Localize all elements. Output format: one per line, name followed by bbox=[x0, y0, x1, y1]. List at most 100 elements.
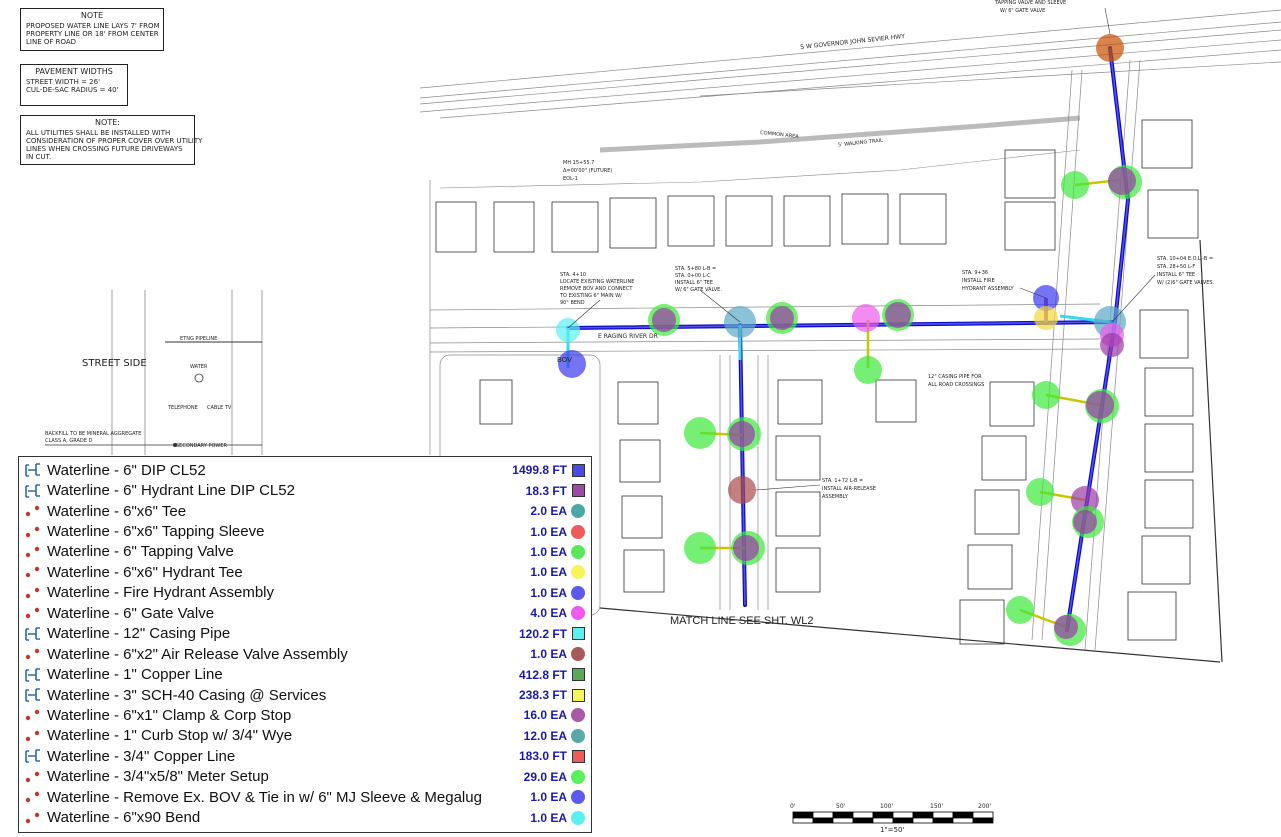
house-lot bbox=[899, 193, 947, 245]
air-release-callout: STA. 1+72 L-B = bbox=[822, 478, 864, 484]
legend-row[interactable]: Waterline - 6" Gate Valve 4.0 EA bbox=[19, 603, 591, 623]
house-lot bbox=[775, 491, 821, 537]
count-icon bbox=[19, 728, 47, 744]
legend-row[interactable]: Waterline - 6"x6" Tee 2.0 EA bbox=[19, 501, 591, 521]
legend-row[interactable]: Waterline - 12" Casing Pipe 120.2 FT bbox=[19, 624, 591, 644]
legend-color-swatch bbox=[571, 565, 585, 580]
legend-row[interactable]: Waterline - 3/4" Copper Line 183.0 FT bbox=[19, 746, 591, 766]
bend-marker bbox=[556, 318, 580, 342]
legend-row[interactable]: Waterline - 6"x1" Clamp & Corp Stop 16.0 … bbox=[19, 705, 591, 725]
meter-setup-marker bbox=[1032, 381, 1060, 409]
scale-tick-label: 0' bbox=[790, 803, 796, 810]
legend-row[interactable]: Waterline - 1" Copper Line 412.8 FT bbox=[19, 664, 591, 684]
clamp-corp-stop-marker bbox=[1086, 391, 1114, 419]
legend-row[interactable]: Waterline - 6"x6" Hydrant Tee 1.0 EA bbox=[19, 562, 591, 582]
count-icon bbox=[19, 503, 47, 519]
line-icon bbox=[19, 462, 47, 478]
eol-callout: W/ (2)6" GATE VALVES. bbox=[1157, 280, 1215, 286]
legend-color-swatch bbox=[572, 627, 585, 641]
legend-quantity: 1.0 EA bbox=[530, 585, 567, 600]
scale-bar-segment bbox=[832, 811, 854, 819]
legend-quantity: 238.3 FT bbox=[518, 688, 567, 703]
legend-label: Waterline - 3/4" Copper Line bbox=[47, 747, 236, 765]
legend-row[interactable]: Waterline - 6"x6" Tapping Sleeve 1.0 EA bbox=[19, 521, 591, 541]
legend-color-swatch bbox=[571, 790, 585, 805]
legend-row[interactable]: Waterline - 6" DIP CL52 1499.8 FT bbox=[19, 460, 591, 480]
pavement-note-title: PAVEMENT WIDTHS bbox=[35, 67, 113, 76]
legend-label: Waterline - 6"x2" Air Release Valve Asse… bbox=[47, 645, 348, 663]
water-note-line: PROPERTY LINE OR 18' FROM CENTER bbox=[26, 30, 159, 38]
scale-text: 1"=50' bbox=[880, 826, 905, 834]
legend-color-swatch bbox=[572, 668, 585, 682]
legend-label: Waterline - 3/4"x5/8" Meter Setup bbox=[47, 768, 269, 786]
house-lot bbox=[725, 195, 773, 247]
air-release-callout: ASSEMBLY bbox=[822, 494, 848, 500]
tee-callout: INSTALL 6" TEE bbox=[675, 280, 714, 286]
water-note-line: PROPOSED WATER LINE LAYS 7' FROM bbox=[26, 22, 160, 30]
clamp-corp-stop-marker bbox=[770, 306, 794, 330]
legend-row[interactable]: Waterline - 6" Hydrant Line DIP CL52 18.3… bbox=[19, 480, 591, 500]
legend-row[interactable]: Waterline - 6"x2" Air Release Valve Asse… bbox=[19, 644, 591, 664]
legend-row[interactable]: Waterline - 6"x90 Bend 1.0 EA bbox=[19, 807, 591, 827]
line-icon bbox=[19, 748, 47, 764]
legend-color-swatch bbox=[571, 524, 585, 539]
count-icon bbox=[19, 789, 47, 805]
legend-label: Waterline - 6" Tapping Valve bbox=[47, 543, 234, 561]
hydrant-callout: INSTALL FIRE bbox=[962, 278, 995, 284]
legend-quantity: 29.0 EA bbox=[523, 769, 567, 784]
scale-bar-segment bbox=[792, 811, 814, 819]
count-icon bbox=[19, 646, 47, 662]
bov-callout: LOCATE EXISTING WATERLINE bbox=[560, 279, 635, 285]
count-icon bbox=[19, 707, 47, 723]
legend-color-swatch bbox=[571, 769, 585, 784]
scale-tick-label: 50' bbox=[836, 803, 846, 810]
air-release-marker bbox=[728, 476, 756, 504]
house-lot bbox=[1141, 535, 1191, 585]
mh-label: MH 15+55.7 bbox=[563, 160, 595, 166]
clamp-corp-stop-marker bbox=[1100, 333, 1124, 357]
scale-bar-segment bbox=[872, 817, 894, 824]
clamp-corp-stop-marker bbox=[1054, 615, 1078, 639]
highway-line bbox=[699, 61, 1281, 97]
legend-row[interactable]: Waterline - 6" Tapping Valve 1.0 EA bbox=[19, 542, 591, 562]
legend-quantity: 2.0 EA bbox=[530, 504, 567, 519]
legend-color-swatch bbox=[571, 708, 585, 723]
legend-row[interactable]: Waterline - 3" SCH-40 Casing @ Services 2… bbox=[19, 685, 591, 705]
house-lot bbox=[609, 197, 657, 249]
cable-tv-label: CABLE TV bbox=[207, 405, 232, 411]
legend-row[interactable]: Waterline - 3/4"x5/8" Meter Setup 29.0 EA bbox=[19, 767, 591, 787]
house-lot bbox=[1144, 423, 1194, 473]
legend-row[interactable]: Waterline - 1" Curb Stop w/ 3/4" Wye 12.0… bbox=[19, 726, 591, 746]
takeoff-legend: Waterline - 6" DIP CL52 1499.8 FT Waterlin… bbox=[18, 456, 592, 833]
tapping-note-label: W/ 6" GATE VALVE bbox=[1000, 8, 1046, 14]
callout-leader bbox=[755, 484, 821, 491]
eol-callout: STA. 10+04 E.O.L.-B = bbox=[1157, 256, 1214, 262]
water-line-note: NOTE PROPOSED WATER LINE LAYS 7' FROM PR… bbox=[20, 8, 164, 51]
legend-label: Waterline - 6"x1" Clamp & Corp Stop bbox=[47, 706, 292, 724]
scale-bar-segment bbox=[812, 811, 834, 819]
scale-bar-segment bbox=[952, 811, 974, 819]
backfill-label: BACKFILL TO BE MINERAL AGGREGATE bbox=[45, 431, 142, 437]
clamp-corp-stop-marker bbox=[885, 302, 911, 328]
count-icon bbox=[19, 605, 47, 621]
legend-row[interactable]: Waterline - Fire Hydrant Assembly 1.0 EA bbox=[19, 583, 591, 603]
meter-setup-marker bbox=[684, 417, 716, 449]
street-side-label: STREET SIDE bbox=[82, 358, 147, 369]
legend-color-swatch bbox=[572, 463, 585, 477]
legend-label: Waterline - 6"x90 Bend bbox=[47, 809, 201, 827]
house-lot bbox=[1127, 591, 1177, 641]
bov-callout: STA. 4+10 bbox=[560, 272, 587, 278]
house-lot bbox=[621, 495, 663, 539]
bov-callout: REMOVE BOV AND CONNECT bbox=[560, 286, 633, 292]
house-lot bbox=[783, 195, 831, 247]
scale-tick-label: 200' bbox=[978, 803, 992, 810]
tee-callout: W/ 6" GATE VALVE. bbox=[675, 287, 722, 293]
eol-callout: STA. 28+50 L-F bbox=[1157, 264, 1196, 270]
street-name-label: E RAGING RIVER DR bbox=[598, 333, 658, 340]
legend-quantity: 120.2 FT bbox=[518, 626, 567, 641]
legend-row[interactable]: Waterline - Remove Ex. BOV & Tie in w/ 6… bbox=[19, 787, 591, 807]
count-icon bbox=[19, 564, 47, 580]
utility-note-line: CONSIDERATION OF PROPER COVER OVER UTILI… bbox=[26, 137, 203, 145]
callout-leader bbox=[699, 289, 741, 323]
water-note-line: LINE OF ROAD bbox=[26, 38, 77, 46]
